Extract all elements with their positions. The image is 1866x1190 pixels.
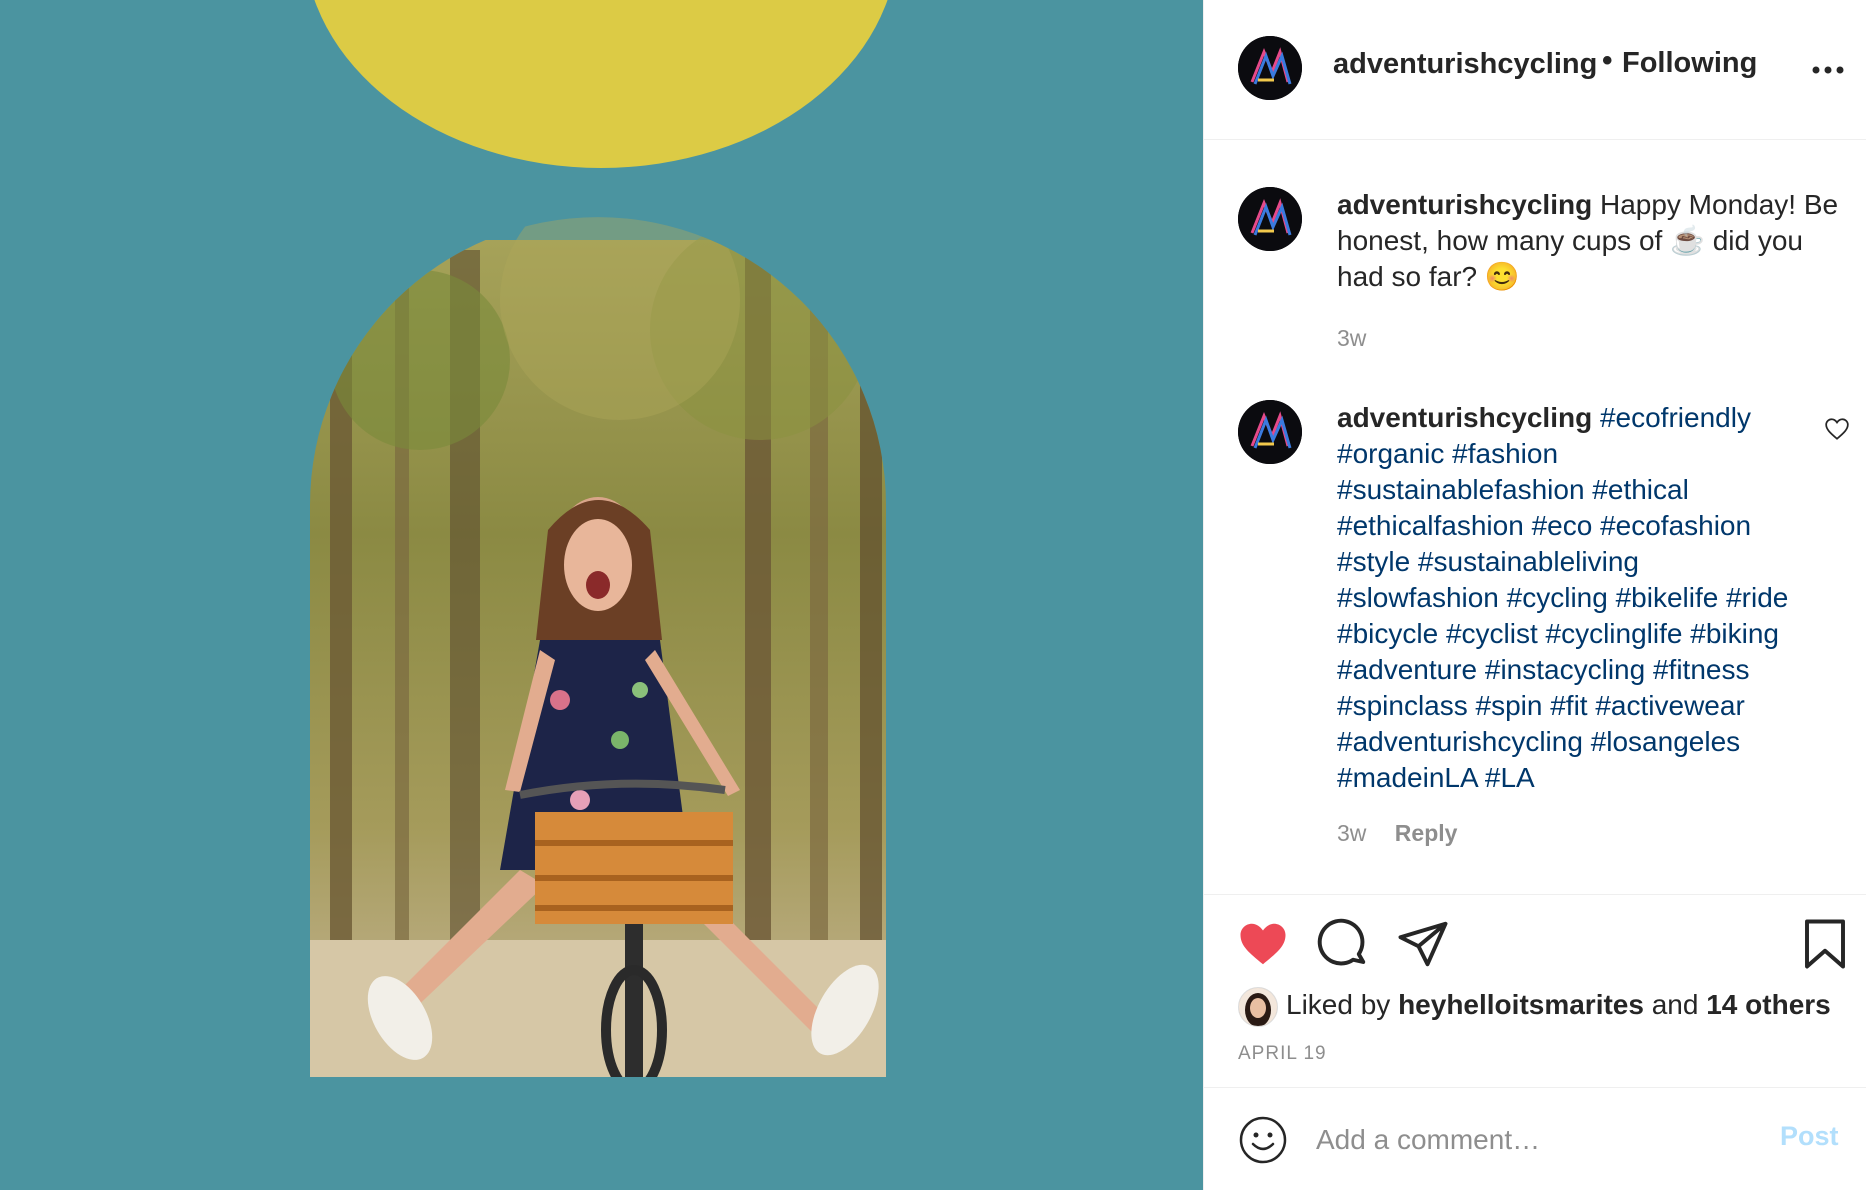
liker-avatar[interactable] bbox=[1238, 987, 1278, 1027]
comment-time[interactable]: 3w bbox=[1337, 820, 1366, 846]
bookmark-icon[interactable] bbox=[1798, 917, 1852, 971]
header-username[interactable]: adventurishcycling bbox=[1333, 48, 1597, 81]
likes-summary: Liked by heyhelloitsmarites and 14 other… bbox=[1238, 985, 1858, 1029]
likes-text: Liked by heyhelloitsmarites and 14 other… bbox=[1286, 989, 1831, 1021]
post-actions: Liked by heyhelloitsmarites and 14 other… bbox=[1204, 894, 1866, 1088]
caption-username[interactable]: adventurishcycling bbox=[1337, 189, 1592, 220]
comment-like-icon[interactable] bbox=[1824, 416, 1850, 442]
post-comment-button[interactable]: Post bbox=[1780, 1121, 1839, 1152]
caption-text: adventurishcycling Happy Monday! Be hone… bbox=[1337, 187, 1847, 295]
comment-input[interactable] bbox=[1316, 1117, 1766, 1163]
share-icon[interactable] bbox=[1396, 917, 1450, 971]
caption-avatar[interactable] bbox=[1238, 187, 1302, 251]
caption-block: adventurishcycling Happy Monday! Be hone… bbox=[1204, 185, 1866, 365]
heart-filled-icon[interactable] bbox=[1236, 917, 1290, 971]
likes-others[interactable]: 14 others bbox=[1706, 989, 1831, 1020]
sun-shape bbox=[314, 0, 888, 168]
photo-arch bbox=[310, 217, 886, 1077]
comment-text: adventurishcycling #ecofriendly #organic… bbox=[1337, 400, 1807, 796]
comment-username[interactable]: adventurishcycling bbox=[1337, 402, 1592, 433]
likes-prefix: Liked by bbox=[1286, 989, 1391, 1020]
caption-time[interactable]: 3w bbox=[1337, 325, 1366, 352]
more-horizontal-icon[interactable] bbox=[1810, 52, 1846, 88]
profile-avatar[interactable] bbox=[1238, 36, 1302, 100]
post-header: adventurishcycling • Following bbox=[1204, 0, 1866, 140]
reply-button[interactable]: Reply bbox=[1395, 820, 1458, 846]
comment-meta: 3w Reply bbox=[1337, 820, 1457, 847]
liker-username[interactable]: heyhelloitsmarites bbox=[1398, 989, 1644, 1020]
add-comment-bar: Post bbox=[1204, 1087, 1866, 1190]
post-date[interactable]: APRIL 19 bbox=[1238, 1043, 1327, 1065]
likes-middle: and bbox=[1651, 989, 1699, 1020]
comment-hashtags[interactable]: #ecofriendly #organic #fashion #sustaina… bbox=[1337, 402, 1788, 793]
emoji-icon[interactable] bbox=[1238, 1115, 1288, 1165]
following-button[interactable]: Following bbox=[1622, 47, 1757, 80]
post-image[interactable] bbox=[0, 0, 1203, 1190]
post-side-panel: adventurishcycling • Following adventuri… bbox=[1203, 0, 1866, 1190]
post-illustration bbox=[310, 0, 888, 1077]
comment-avatar[interactable] bbox=[1238, 400, 1302, 464]
hashtag-comment: adventurishcycling #ecofriendly #organic… bbox=[1204, 398, 1866, 858]
header-separator: • bbox=[1602, 44, 1613, 77]
comment-icon[interactable] bbox=[1316, 917, 1370, 971]
